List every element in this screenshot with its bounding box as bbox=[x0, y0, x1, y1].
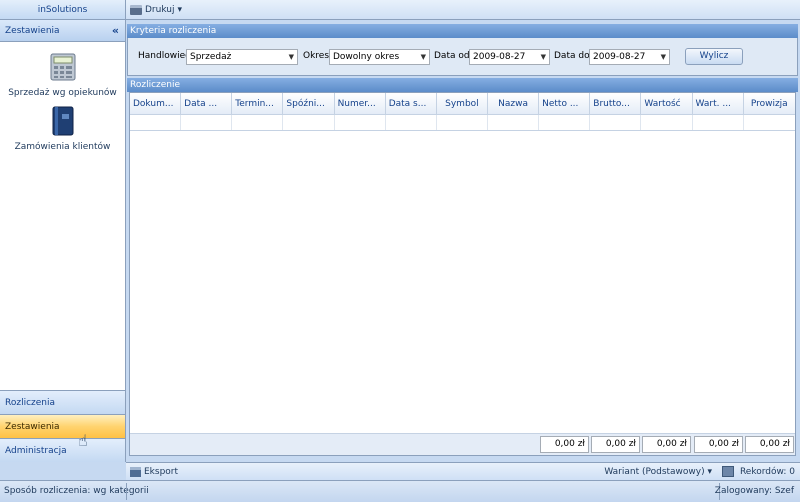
navigation-pane: inSolutions Zestawienia « Sprzedaż wg op… bbox=[0, 0, 126, 462]
date-to-value: 2009-08-27 bbox=[593, 52, 646, 62]
nav-section-header: Zestawienia « bbox=[0, 20, 125, 42]
total-value: 0,00 zł bbox=[642, 436, 691, 453]
column-header[interactable]: Dokum... bbox=[130, 93, 182, 114]
printer-icon bbox=[130, 5, 142, 15]
toolbar: Drukuj ▾ bbox=[126, 0, 800, 20]
column-header[interactable]: Wartość bbox=[641, 93, 693, 114]
logged-user-status: Zalogowany: Szef bbox=[714, 486, 794, 496]
column-header[interactable]: Wart. ... bbox=[693, 93, 744, 114]
period-value: Dowolny okres bbox=[333, 52, 400, 62]
print-label: Drukuj bbox=[145, 5, 175, 15]
column-header[interactable]: Netto ... bbox=[539, 93, 591, 114]
chevron-down-icon: ▼ bbox=[660, 53, 666, 61]
column-header[interactable]: Nazwa bbox=[488, 93, 540, 114]
column-header[interactable]: Data s... bbox=[386, 93, 437, 114]
grid-header-row: Dokum... Data ... Termin... Spóźni... Nu… bbox=[130, 93, 795, 115]
period-label: Okres bbox=[303, 51, 330, 61]
filter-cell[interactable] bbox=[641, 115, 693, 130]
column-header[interactable]: Brutto... bbox=[590, 93, 642, 114]
column-header[interactable]: Spóźni... bbox=[283, 93, 335, 114]
column-header[interactable]: Numer... bbox=[335, 93, 386, 114]
hand-cursor-icon: ☝ bbox=[78, 431, 88, 450]
nav-item-label: Sprzedaż wg opiekunów bbox=[8, 88, 117, 98]
criteria-header: Kryteria rozliczenia bbox=[127, 24, 798, 38]
action-bar: Eksport Wariant (Podstawowy) ▾ Rekordów:… bbox=[126, 462, 800, 480]
criteria-panel: Handlowiec Sprzedaż ▼ Okres Dowolny okre… bbox=[127, 38, 798, 76]
filter-cell[interactable] bbox=[437, 115, 488, 130]
status-divider bbox=[126, 483, 127, 500]
grid-filter-row bbox=[130, 115, 795, 131]
filter-cell[interactable] bbox=[590, 115, 642, 130]
date-from-picker[interactable]: 2009-08-27 ▼ bbox=[469, 49, 550, 65]
settlement-header: Rozliczenie bbox=[127, 78, 798, 92]
settlement-mode-status: Sposób rozliczenia: wg kategorii bbox=[4, 486, 149, 496]
filter-cell[interactable] bbox=[283, 115, 335, 130]
filter-cell[interactable] bbox=[130, 115, 182, 130]
collapse-icon[interactable]: « bbox=[112, 20, 119, 42]
book-icon bbox=[52, 106, 73, 136]
date-to-label: Data do bbox=[554, 51, 590, 61]
nav-section-title: Zestawienia bbox=[5, 26, 60, 36]
column-header[interactable]: Data ... bbox=[181, 93, 233, 114]
calculator-icon bbox=[50, 53, 75, 81]
total-value-2: 0,00 zł bbox=[694, 436, 743, 453]
date-to-picker[interactable]: 2009-08-27 ▼ bbox=[589, 49, 670, 65]
nav-item-sales-by-manager[interactable]: Sprzedaż wg opiekunów bbox=[0, 52, 125, 98]
app-title: inSolutions bbox=[0, 0, 125, 20]
filter-cell[interactable] bbox=[539, 115, 591, 130]
nav-item-customer-orders[interactable]: Zamówienia klientów bbox=[0, 106, 125, 152]
chevron-down-icon: ▼ bbox=[420, 53, 426, 61]
group-administration[interactable]: Administracja bbox=[0, 438, 125, 462]
filter-cell[interactable] bbox=[386, 115, 437, 130]
calculate-button[interactable]: Wylicz bbox=[685, 48, 743, 65]
columns-icon[interactable] bbox=[722, 466, 734, 477]
chevron-down-icon: ▾ bbox=[177, 5, 183, 15]
export-label: Eksport bbox=[144, 467, 179, 477]
records-count: Rekordów: 0 bbox=[739, 467, 795, 477]
period-select[interactable]: Dowolny okres ▼ bbox=[329, 49, 430, 65]
filter-cell[interactable] bbox=[335, 115, 386, 130]
total-gross: 0,00 zł bbox=[591, 436, 640, 453]
variant-dropdown[interactable]: Wariant (Podstawowy) ▾ bbox=[604, 465, 712, 479]
group-reports[interactable]: Zestawienia bbox=[0, 414, 125, 438]
nav-groups: Rozliczenia Zestawienia Administracja bbox=[0, 390, 125, 462]
filter-cell[interactable] bbox=[181, 115, 233, 130]
salesperson-label: Handlowiec bbox=[138, 51, 191, 61]
status-bar: Sposób rozliczenia: wg kategorii Zalogow… bbox=[0, 480, 800, 502]
salesperson-value: Sprzedaż bbox=[190, 52, 232, 62]
column-header[interactable]: Termin... bbox=[232, 93, 284, 114]
chevron-down-icon: ▼ bbox=[288, 53, 294, 61]
filter-cell[interactable] bbox=[488, 115, 540, 130]
total-commission: 0,00 zł bbox=[745, 436, 794, 453]
salesperson-select[interactable]: Sprzedaż ▼ bbox=[186, 49, 298, 65]
settlement-grid[interactable]: Dokum... Data ... Termin... Spóźni... Nu… bbox=[129, 92, 796, 456]
column-header[interactable]: Prowizja bbox=[744, 93, 795, 114]
group-settlements[interactable]: Rozliczenia bbox=[0, 390, 125, 414]
filter-cell[interactable] bbox=[744, 115, 795, 130]
filter-cell[interactable] bbox=[232, 115, 284, 130]
date-from-value: 2009-08-27 bbox=[473, 52, 526, 62]
column-header[interactable]: Symbol bbox=[437, 93, 488, 114]
chevron-down-icon: ▼ bbox=[540, 53, 546, 61]
filter-cell[interactable] bbox=[693, 115, 744, 130]
total-net: 0,00 zł bbox=[540, 436, 589, 453]
date-from-label: Data od bbox=[434, 51, 470, 61]
nav-item-label: Zamówienia klientów bbox=[14, 142, 111, 152]
export-icon bbox=[130, 467, 141, 477]
grid-footer-row: 0,00 zł 0,00 zł 0,00 zł 0,00 zł 0,00 zł bbox=[130, 433, 795, 455]
print-button[interactable]: Drukuj ▾ bbox=[130, 3, 182, 17]
export-button[interactable]: Eksport bbox=[130, 465, 178, 479]
